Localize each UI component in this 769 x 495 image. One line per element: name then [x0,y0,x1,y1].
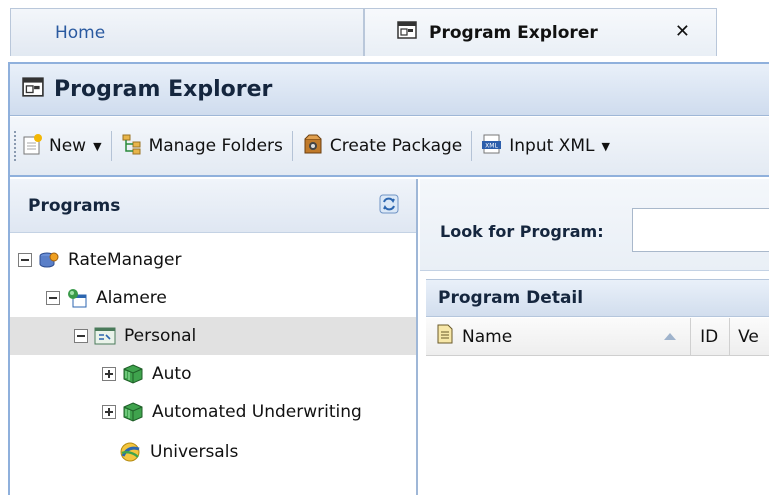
chevron-down-icon: ▼ [93,139,102,153]
column-version-label: Ve [738,326,759,347]
create-package-label: Create Package [329,136,463,156]
folder-tree-icon [121,133,143,160]
collapse-toggle[interactable] [18,253,32,267]
tab-home-label: Home [55,22,106,43]
tab-program-explorer[interactable]: Program Explorer ✕ [364,8,717,56]
close-icon[interactable]: ✕ [675,21,690,42]
expand-toggle[interactable] [102,367,116,381]
globe-icon [118,440,142,464]
xml-file-icon: XML [481,133,503,160]
new-button-label: New [49,136,87,156]
tab-bar: Home Program Explorer ✕ [0,0,769,62]
program-detail-title: Program Detail [438,288,584,308]
expand-toggle[interactable] [102,405,116,419]
column-version[interactable]: Ve [730,318,769,355]
svg-text:XML: XML [485,142,498,149]
page-title: Program Explorer [54,77,273,102]
column-name-label: Name [462,326,513,347]
window-icon [22,77,44,102]
column-name[interactable]: Name [426,318,692,355]
input-xml-button[interactable]: XML Input XML ▼ [477,128,614,164]
create-package-button[interactable]: Create Package [298,128,466,164]
tree-node-label: Auto [152,364,192,384]
tree-node-ratemanager[interactable]: RateManager [10,241,416,279]
tree-node-label: Alamere [96,288,167,308]
window-header: Program Explorer [10,64,769,116]
search-area: Look for Program: [420,179,769,271]
manage-folders-button[interactable]: Manage Folders [117,128,287,164]
chevron-down-icon: ▼ [601,139,610,153]
column-id[interactable]: ID [691,318,731,355]
collapse-toggle[interactable] [74,329,88,343]
new-document-icon [21,133,43,160]
sort-ascending-icon [664,333,677,340]
database-icon [38,250,60,270]
programs-panel: Programs RateManager Alamere Personal Au… [10,179,418,495]
cube-icon [122,363,144,385]
program-grid-header: Name ID Ve [426,318,769,356]
new-button[interactable]: New ▼ [17,128,106,164]
tree-node-label: RateManager [68,250,182,270]
window-icon [397,21,417,44]
tree-node-label: Universals [150,442,239,462]
tree-node-alamere[interactable]: Alamere [10,279,416,317]
tree-node-universals[interactable]: Universals [10,433,416,471]
tree-node-label: Automated Underwriting [152,402,362,422]
refresh-icon[interactable] [378,193,400,220]
input-xml-label: Input XML [509,136,595,156]
tree-node-automated-underwriting[interactable]: Automated Underwriting [10,393,416,431]
toolbar-separator [291,131,293,161]
line-of-business-icon [94,326,116,346]
program-explorer-window: Program Explorer New ▼ Manage Folders Cr… [8,62,769,495]
tree-node-label: Personal [124,326,197,346]
column-id-label: ID [700,326,719,347]
search-label: Look for Program: [440,222,604,241]
manage-folders-label: Manage Folders [148,136,283,156]
tab-home[interactable]: Home [10,8,364,56]
program-search-panel: Look for Program: Program Detail Name ID… [420,179,769,495]
tree-node-personal[interactable]: Personal [10,317,416,355]
program-detail-header: Program Detail [426,279,769,317]
toolbar-separator [471,131,473,161]
program-search-input[interactable] [632,208,769,252]
document-icon [436,324,454,349]
tab-program-explorer-label: Program Explorer [429,22,598,43]
organization-icon [66,287,88,309]
programs-panel-title: Programs [28,195,121,216]
package-icon [302,133,324,160]
collapse-toggle[interactable] [46,291,60,305]
cube-icon [122,401,144,423]
programs-panel-header: Programs [10,179,416,233]
tree-node-auto[interactable]: Auto [10,355,416,393]
toolbar-separator [110,131,112,161]
toolbar: New ▼ Manage Folders Create Package XML … [10,117,769,177]
